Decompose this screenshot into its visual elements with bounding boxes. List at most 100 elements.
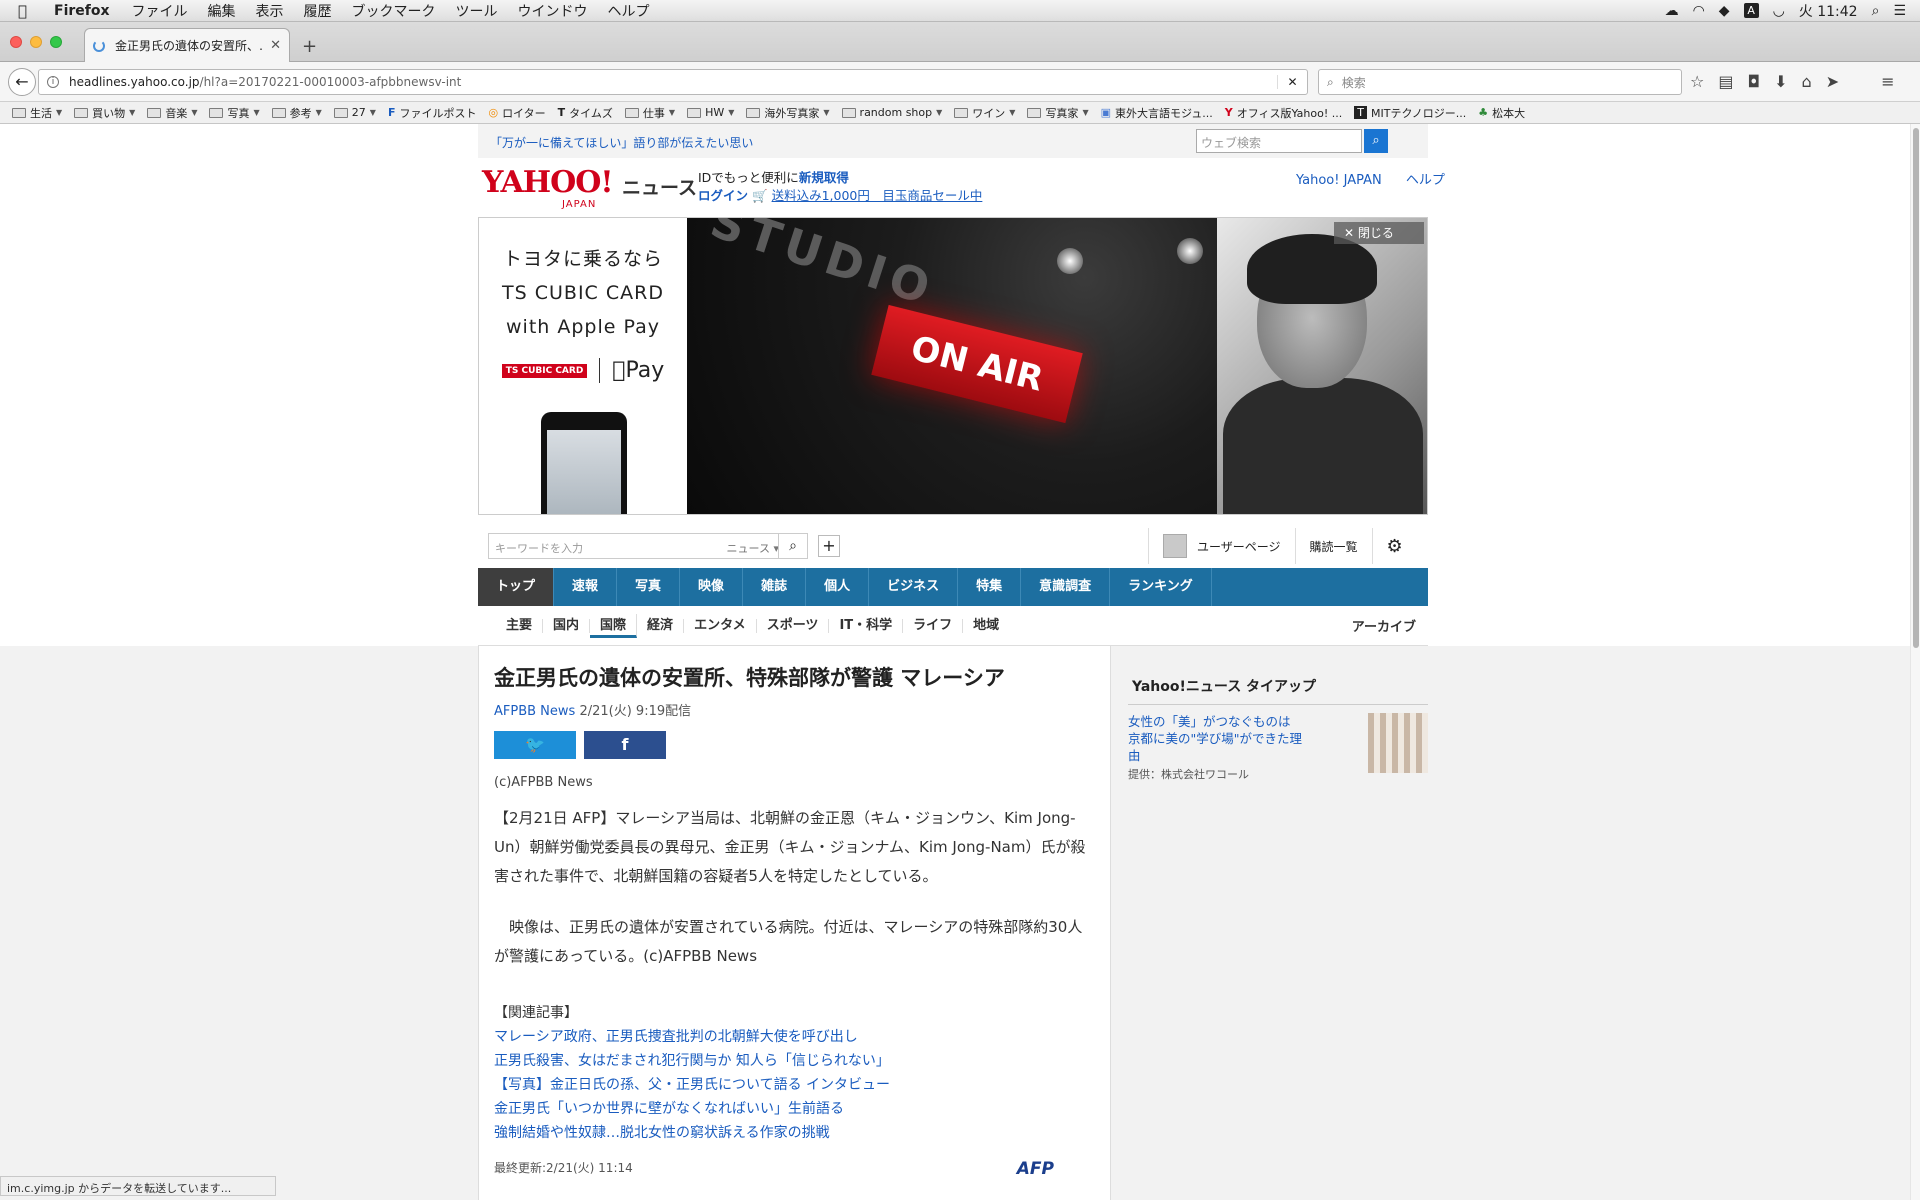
bookmark-item[interactable]: 写真家 ▼ <box>1027 105 1089 121</box>
category-international[interactable]: 国際 <box>590 613 638 638</box>
login-link[interactable]: ログイン <box>698 188 748 203</box>
close-window-button[interactable] <box>10 36 22 48</box>
nav-photos[interactable]: 写真 <box>617 568 681 606</box>
url-bar[interactable]: i headlines.yahoo.co.jp/hl?a=20170221-00… <box>38 69 1308 95</box>
nav-top[interactable]: トップ <box>478 568 555 606</box>
input-method-icon[interactable]: A <box>1743 3 1759 18</box>
web-search-input[interactable]: ウェブ検索 <box>1196 129 1362 153</box>
scope-select[interactable]: ニュース ▾ <box>727 540 779 556</box>
related-link[interactable]: 強制結婚や性奴隷…脱北女性の窮状訴える作家の挑戦 <box>494 1121 1095 1145</box>
nav-survey[interactable]: 意識調査 <box>1021 568 1111 606</box>
new-tab-button[interactable]: + <box>302 36 317 57</box>
afp-logo[interactable]: AFP <box>1017 1159 1054 1179</box>
facebook-share-button[interactable]: f <box>584 731 666 759</box>
spotlight-icon[interactable]: ⌕ <box>1872 3 1880 19</box>
page-scrollbar[interactable] <box>1910 124 1920 1200</box>
category-it-science[interactable]: IT・科学 <box>829 618 904 633</box>
menu-file[interactable]: ファイル <box>132 1 188 21</box>
bookmark-item[interactable]: F ファイルポスト <box>388 105 477 121</box>
wifi-status-icon[interactable]: ◠ <box>1693 3 1705 19</box>
reading-list-icon[interactable]: ▤ <box>1718 72 1733 91</box>
tieup-card[interactable]: 女性の「美」がつなぐものは 京都に美の"学び場"ができた理由 提供：株式会社ワコ… <box>1128 713 1428 781</box>
category-life[interactable]: ライフ <box>903 618 964 633</box>
bookmark-item[interactable]: 買い物 ▼ <box>74 105 135 121</box>
menu-tools[interactable]: ツール <box>456 1 498 21</box>
category-sports[interactable]: スポーツ <box>757 618 830 633</box>
menu-edit[interactable]: 編集 <box>208 1 236 21</box>
close-ad-button[interactable]: ✕ 閉じる <box>1334 222 1424 244</box>
nav-magazine[interactable]: 雑誌 <box>743 568 807 606</box>
bookmark-item[interactable]: 27 ▼ <box>333 106 376 119</box>
category-main[interactable]: 主要 <box>496 618 544 633</box>
menu-history[interactable]: 履歴 <box>304 1 332 21</box>
menu-help[interactable]: ヘルプ <box>608 1 650 21</box>
topline-link[interactable]: 「万が一に備えてほしい」語り部が伝えたい思い <box>490 134 753 151</box>
minimize-window-button[interactable] <box>30 36 42 48</box>
zoom-window-button[interactable] <box>50 36 62 48</box>
twitter-share-button[interactable]: 🐦 <box>494 731 576 759</box>
bookmark-item[interactable]: HW ▼ <box>687 106 734 119</box>
scrollbar-thumb[interactable] <box>1913 128 1919 648</box>
nav-video[interactable]: 映像 <box>680 568 744 606</box>
tab-active[interactable]: 金正男氏の遺体の安置所、… ✕ <box>84 28 290 62</box>
wifi-icon[interactable]: ◡ <box>1773 3 1785 19</box>
dropbox-icon[interactable]: ◆ <box>1719 3 1730 19</box>
category-domestic[interactable]: 国内 <box>543 618 591 633</box>
bookmark-item[interactable]: T タイムズ <box>558 105 613 121</box>
related-link[interactable]: 金正男氏「いつか世界に壁がなくなればいい」生前語る <box>494 1097 1095 1121</box>
close-tab-icon[interactable]: ✕ <box>270 38 281 53</box>
bookmark-item[interactable]: 音楽 ▼ <box>147 105 197 121</box>
add-button[interactable]: + <box>818 535 840 557</box>
cloud-icon[interactable]: ☁ <box>1665 3 1679 19</box>
apple-icon[interactable]:  <box>18 2 36 20</box>
clock[interactable]: 火 11:42 <box>1799 1 1858 21</box>
bookmark-item[interactable]: T MITテクノロジー... <box>1354 105 1466 121</box>
category-entertainment[interactable]: エンタメ <box>684 618 757 633</box>
bookmark-item[interactable]: ◎ ロイター <box>488 105 545 121</box>
signup-link[interactable]: 新規取得 <box>799 170 849 185</box>
yahoo-news-logo[interactable]: YAHOO! JAPAN ニュース <box>482 165 697 210</box>
category-local[interactable]: 地域 <box>963 618 1009 633</box>
home-icon[interactable]: ⌂ <box>1802 72 1812 91</box>
bookmark-item[interactable]: 仕事 ▼ <box>624 105 675 121</box>
search-input[interactable]: ⌕ 検索 <box>1318 69 1682 95</box>
web-search-button[interactable]: ⌕ <box>1364 129 1388 153</box>
bookmark-item[interactable]: random shop ▼ <box>841 106 942 119</box>
notification-center-icon[interactable]: ☰ <box>1893 3 1906 19</box>
info-icon[interactable]: i <box>47 76 59 88</box>
nav-business[interactable]: ビジネス <box>869 568 959 606</box>
menu-view[interactable]: 表示 <box>256 1 284 21</box>
bookmark-item[interactable]: ♣ 松本大 <box>1478 105 1525 121</box>
bookmark-item[interactable]: 生活 ▼ <box>12 105 62 121</box>
bookmark-item[interactable]: ▣ 東外大言語モジュ... <box>1101 105 1213 121</box>
related-link[interactable]: マレーシア政府、正男氏捜査批判の北朝鮮大使を呼び出し <box>494 1025 1095 1049</box>
related-link[interactable]: 【写真】金正日氏の孫、父・正男氏について語る インタビュー <box>494 1073 1095 1097</box>
back-button[interactable]: ← <box>8 68 36 96</box>
downloads-icon[interactable]: ⬇ <box>1774 72 1787 91</box>
tieup-title[interactable]: 女性の「美」がつなぐものは 京都に美の"学び場"ができた理由 <box>1128 713 1314 764</box>
archive-link[interactable]: アーカイブ <box>1352 616 1428 635</box>
bookmark-star-icon[interactable]: ☆ <box>1690 72 1704 91</box>
gear-icon[interactable]: ⚙ <box>1371 528 1417 564</box>
bookmark-item[interactable]: ワイン ▼ <box>954 105 1015 121</box>
source-link[interactable]: AFPBB News <box>494 704 575 719</box>
bookmark-item[interactable]: 海外写真家 ▼ <box>746 105 830 121</box>
help-link[interactable]: ヘルプ <box>1406 173 1445 188</box>
bookmark-item[interactable]: 参考 ▼ <box>271 105 322 121</box>
nav-breaking[interactable]: 速報 <box>554 568 618 606</box>
bookmark-item[interactable]: 写真 ▼ <box>209 105 260 121</box>
tieup-thumbnail[interactable] <box>1368 713 1428 773</box>
send-icon[interactable]: ➤ <box>1826 72 1839 91</box>
promo-link[interactable]: 送料込み1,000円 目玉商品セール中 <box>772 188 983 203</box>
hamburger-menu-icon[interactable]: ≡ <box>1881 72 1894 91</box>
stop-loading-icon[interactable]: ✕ <box>1277 75 1307 89</box>
menu-window[interactable]: ウインドウ <box>518 1 588 21</box>
yahoo-japan-link[interactable]: Yahoo! JAPAN <box>1296 173 1382 188</box>
nav-ranking[interactable]: ランキング <box>1110 568 1212 606</box>
subscriptions-link[interactable]: 購読一覧 <box>1294 528 1372 564</box>
ad-banner[interactable]: トヨタに乗るなら TS CUBIC CARD with Apple Pay TS… <box>478 217 1428 515</box>
keyword-search-button[interactable]: ⌕ <box>778 533 808 559</box>
nav-features[interactable]: 特集 <box>958 568 1022 606</box>
related-link[interactable]: 正男氏殺害、女はだまされ犯行関与か 知人ら「信じられない」 <box>494 1049 1095 1073</box>
bookmark-item[interactable]: Y オフィス版Yahoo! ... <box>1225 105 1343 121</box>
